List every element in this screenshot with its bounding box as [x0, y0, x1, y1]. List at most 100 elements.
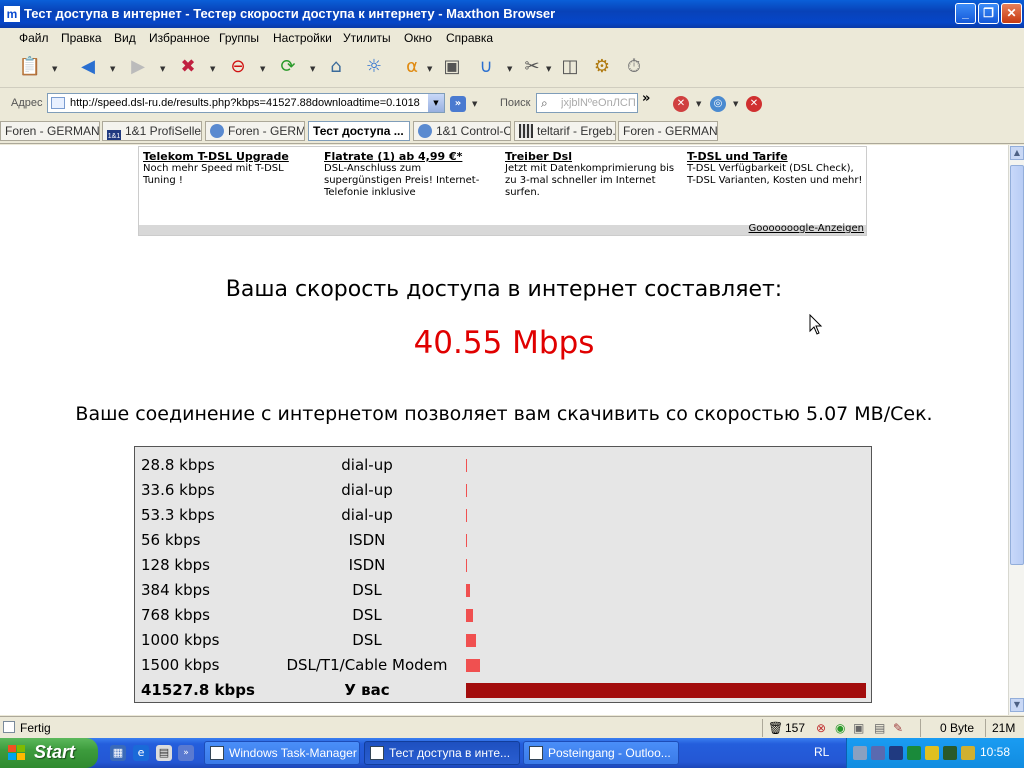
chevron-down-icon[interactable]: ▼: [428, 94, 444, 112]
ads-footer-link[interactable]: Gooooooogle-Anzeigen: [749, 223, 864, 234]
menu-file[interactable]: Файл: [19, 31, 49, 45]
ad-headline[interactable]: Treiber Dsl: [505, 150, 681, 163]
close-tab-icon[interactable]: ✖: [174, 53, 202, 81]
trash-icon[interactable]: 🗑: [768, 721, 783, 735]
maximize-button[interactable]: ❐: [978, 3, 999, 24]
ad-item[interactable]: Flatrate (1) ab 4,99 €* DSL-Anschluss zu…: [324, 150, 500, 199]
chevron-down-icon[interactable]: ▼: [733, 100, 738, 108]
search-input[interactable]: ⌕ jxjblNºеOnЛCП: [536, 93, 638, 113]
scroll-up-icon[interactable]: ▲: [1010, 146, 1024, 160]
menu-tools[interactable]: Утилиты: [343, 31, 391, 45]
explorer-quicklaunch-icon[interactable]: ▦: [110, 745, 126, 761]
ok-status-icon[interactable]: ◉: [835, 721, 845, 735]
overflow-chevron-icon[interactable]: »: [642, 91, 650, 106]
document-quicklaunch-icon[interactable]: ▤: [156, 745, 172, 761]
ie-quicklaunch-icon[interactable]: e: [133, 745, 149, 761]
go-icon[interactable]: »: [450, 96, 466, 112]
scroll-down-icon[interactable]: ▼: [1010, 698, 1024, 712]
tab-profiseller[interactable]: 1&1 1&1 ProfiSelle...: [102, 121, 202, 141]
task-task-manager[interactable]: Windows Task-Manager: [204, 741, 360, 765]
oneandone-tray-icon[interactable]: [889, 746, 903, 760]
tools-icon[interactable]: ✂: [518, 53, 546, 81]
monitor-tray-icon[interactable]: [907, 746, 921, 760]
ad-headline[interactable]: T-DSL und Tarife: [687, 150, 863, 163]
ad-headline[interactable]: Telekom T-DSL Upgrade: [143, 150, 319, 163]
task-outlook[interactable]: Posteingang - Outloo...: [523, 741, 679, 765]
outlook-icon: [529, 746, 543, 760]
tab-label: Тест доступа ...: [313, 124, 404, 138]
rate-label: 768 kbps: [141, 606, 210, 624]
chevron-down-icon[interactable]: ▼: [696, 100, 701, 108]
tab-forum-2[interactable]: Foren - GERM...: [205, 121, 305, 141]
gear-icon[interactable]: ⚙: [588, 53, 616, 81]
tab-label: 1&1 Control-C...: [436, 124, 511, 138]
ad-item[interactable]: Telekom T-DSL Upgrade Noch mehr Speed mi…: [143, 150, 319, 187]
chevron-down-icon[interactable]: ▼: [52, 65, 57, 73]
speed-value: 40.55 Mbps: [413, 325, 595, 361]
chevron-down-icon[interactable]: ▼: [546, 65, 551, 73]
browser-icon: [418, 124, 432, 138]
block-icon[interactable]: ✕: [673, 96, 689, 112]
ad-item[interactable]: T-DSL und Tarife T-DSL Verfügbarkeit (DS…: [687, 150, 863, 187]
tab-control-center[interactable]: 1&1 Control-C...: [413, 121, 511, 141]
page-content: Telekom T-DSL Upgrade Noch mehr Speed mi…: [0, 145, 1008, 715]
chevron-down-icon[interactable]: ▼: [210, 65, 215, 73]
chevron-down-icon[interactable]: ▼: [507, 65, 512, 73]
menu-groups[interactable]: Группы: [219, 31, 259, 45]
chevron-down-icon[interactable]: ▼: [472, 100, 477, 108]
magnet-icon[interactable]: ∪: [472, 53, 500, 81]
chevron-down-icon[interactable]: ▼: [427, 65, 432, 73]
shield-tray-icon[interactable]: [961, 746, 975, 760]
menu-window[interactable]: Окно: [404, 31, 432, 45]
minimize-button[interactable]: _: [955, 3, 976, 24]
back-icon[interactable]: ◀: [74, 53, 102, 81]
ad-item[interactable]: Treiber Dsl Jetzt mit Datenkomprimierung…: [505, 150, 681, 199]
print-status-icon[interactable]: ▤: [874, 721, 885, 735]
tab-teltarif[interactable]: teltarif - Ergeb...: [514, 121, 616, 141]
block-status-icon[interactable]: ⊗: [816, 721, 826, 735]
start-button[interactable]: Start: [0, 738, 98, 768]
address-input[interactable]: http://speed.dsl-ru.de/results.php?kbps=…: [47, 93, 445, 113]
maxthon-icon[interactable]: m: [4, 6, 20, 22]
url-text[interactable]: http://speed.dsl-ru.de/results.php?kbps=…: [70, 97, 430, 109]
security-tray-icon[interactable]: [925, 746, 939, 760]
stop-icon[interactable]: ⊖: [224, 53, 252, 81]
close-button[interactable]: ✕: [1001, 3, 1022, 24]
close-all-icon[interactable]: ✕: [746, 96, 762, 112]
messenger-tray-icon[interactable]: [871, 746, 885, 760]
ad-headline[interactable]: Flatrate (1) ab 4,99 €*: [324, 150, 500, 163]
settings-round-icon[interactable]: ◎: [710, 96, 726, 112]
refresh-icon[interactable]: ⟳: [274, 53, 302, 81]
app-tray-icon[interactable]: [943, 746, 957, 760]
chevron-down-icon[interactable]: ▼: [260, 65, 265, 73]
clipboard-icon[interactable]: 📋: [16, 53, 44, 81]
menu-favorites[interactable]: Избранное: [149, 31, 210, 45]
forward-icon[interactable]: ▶: [124, 53, 152, 81]
vertical-scrollbar[interactable]: ▲ ▼: [1008, 145, 1024, 715]
menu-help[interactable]: Справка: [446, 31, 493, 45]
alpha-icon[interactable]: α: [398, 53, 426, 81]
window-icon[interactable]: ◫: [556, 53, 584, 81]
lock-status-icon[interactable]: ▣: [853, 721, 864, 735]
edit-status-icon[interactable]: ✎: [893, 721, 903, 735]
tab-speed-test[interactable]: Тест доступа ...: [308, 121, 410, 141]
chevron-down-icon[interactable]: ▼: [160, 65, 165, 73]
home-icon[interactable]: ⌂: [322, 53, 350, 81]
menu-edit[interactable]: Правка: [61, 31, 102, 45]
scroll-thumb[interactable]: [1010, 165, 1024, 565]
menu-view[interactable]: Вид: [114, 31, 136, 45]
tab-forum-3[interactable]: Foren - GERMAN...: [618, 121, 718, 141]
task-browser[interactable]: Тест доступа в инте...: [364, 741, 520, 765]
menu-settings[interactable]: Настройки: [273, 31, 332, 45]
tab-forum-1[interactable]: Foren - GERMAN...: [0, 121, 100, 141]
chevron-down-icon[interactable]: ▼: [310, 65, 315, 73]
bulb-icon[interactable]: ☼: [360, 53, 388, 81]
screenshot-icon[interactable]: ▣: [438, 53, 466, 81]
stopwatch-icon[interactable]: ⏱: [620, 53, 648, 81]
speed-comparison-table: 28.8 kbps dial-up 33.6 kbps dial-up 53.3 kbp…: [134, 446, 872, 703]
chevron-down-icon[interactable]: ▼: [110, 65, 115, 73]
chevron-right-icon[interactable]: »: [178, 745, 194, 761]
language-indicator[interactable]: RL: [814, 745, 829, 759]
comparison-row: 56 kbps ISDN: [135, 525, 871, 550]
network-tray-icon[interactable]: [853, 746, 867, 760]
